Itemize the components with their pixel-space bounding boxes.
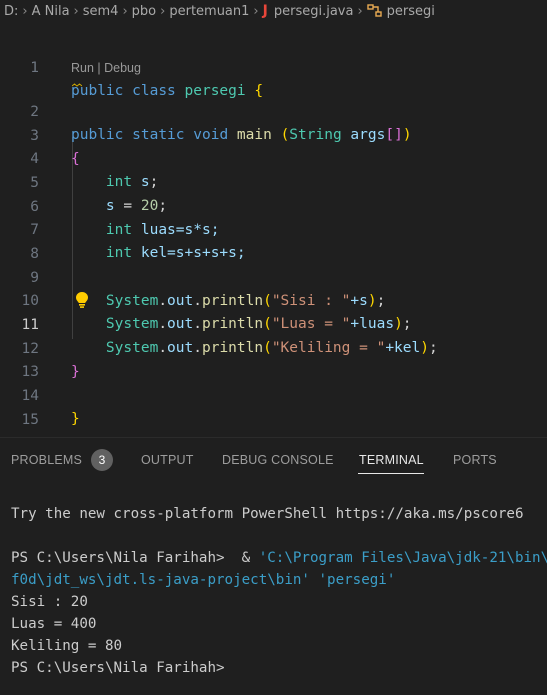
code-line[interactable]: 15 [0,386,547,428]
terminal-output-line: Keliling = 80 [11,638,123,654]
breadcrumb: D: › A Nila › sem4 › pbo › pertemuan1 › … [0,0,547,22]
active-tab-indicator [358,473,424,474]
tab-problems[interactable]: PROBLEMS [11,453,82,467]
code-line[interactable]: 7 int kel=s+s+s+s; [0,196,547,261]
code-line[interactable]: 10 System.out.println("Luas = "+luas); [0,267,547,332]
code-line[interactable]: 1 public class persegi { [0,34,547,99]
terminal-prompt: PS C:\Users\Nila Farihah> [11,660,225,676]
code-line[interactable]: 14 } [0,362,547,427]
code-line[interactable]: 8 [0,220,547,262]
tab-debug-console[interactable]: DEBUG CONSOLE [222,453,334,467]
breadcrumb-folder-sem4[interactable]: sem4 [83,4,119,19]
terminal-line: Try the new cross-platform PowerShell ht… [11,506,524,522]
breadcrumb-drive[interactable]: D: [4,4,18,19]
brace: } [71,411,80,427]
terminal-output[interactable]: Try the new cross-platform PowerShell ht… [11,503,547,679]
code-line[interactable]: 4 int s; [0,125,547,190]
breadcrumb-file[interactable]: persegi.java [274,4,354,19]
chevron-right-icon: › [73,3,79,19]
class-structure-icon [366,4,383,18]
code-line[interactable]: 2 public static void main (String args[]… [0,78,547,143]
lightbulb-icon[interactable] [74,291,90,309]
terminal-output-line: Sisi : 20 [11,594,88,610]
terminal-output-line: Luas = 400 [11,616,97,632]
code-line[interactable]: 12 } [0,315,547,380]
codelens-run-debug[interactable]: Run | Debug [71,60,141,76]
tab-terminal[interactable]: TERMINAL [359,453,424,467]
line-number: 1 [30,60,39,76]
tab-ports[interactable]: PORTS [453,453,497,467]
terminal-line: PS C:\Users\Nila Farihah> & 'C:\Program … [11,547,547,569]
breadcrumb-folder-pbo[interactable]: pbo [132,4,156,19]
chevron-right-icon: › [253,3,259,19]
panel-tabs: PROBLEMS OUTPUT DEBUG CONSOLE TERMINAL P… [0,438,547,484]
breadcrumb-class[interactable]: persegi [387,4,435,19]
breadcrumb-folder-pertemuan1[interactable]: pertemuan1 [169,4,249,19]
code-editor[interactable]: 1 public class persegi { Run | Debug 2 p… [0,34,547,428]
chevron-right-icon: › [122,3,128,19]
terminal-line: f0d\jdt_ws\jdt.ls-java-project\bin' 'per… [11,572,396,588]
java-file-icon: J [262,3,268,19]
code-line[interactable]: 9 System.out.println("Sisi : "+s); [0,244,547,309]
chevron-right-icon: › [357,3,363,19]
code-line[interactable]: 5 s = 20; [0,149,547,214]
chevron-right-icon: › [22,3,28,19]
chevron-right-icon: › [160,3,166,19]
breadcrumb-folder-a-nila[interactable]: A Nila [32,4,70,19]
code-line[interactable]: 6 int luas=s*s; [0,173,547,238]
terminal-command-path: 'C:\Program Files\Java\jdk-21\bin\java.e… [258,550,547,566]
code-line[interactable]: 3 { [0,102,547,167]
tab-output[interactable]: OUTPUT [141,453,194,467]
code-line[interactable]: 13 [0,338,547,380]
terminal-prompt: PS C:\Users\Nila Farihah> & [11,550,259,566]
line-number: 15 [21,412,39,428]
problems-count-badge: 3 [91,449,113,471]
